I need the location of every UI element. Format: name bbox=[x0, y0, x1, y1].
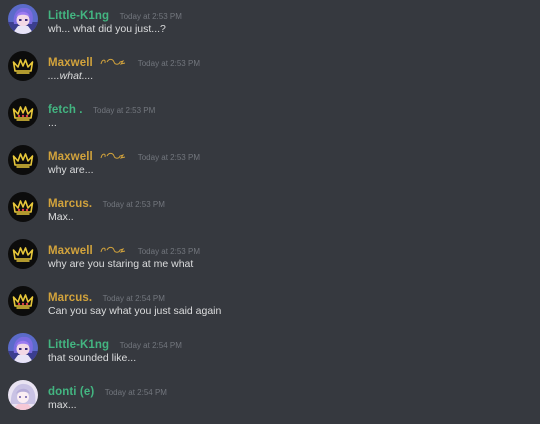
timestamp: Today at 2:53 PM bbox=[119, 12, 182, 21]
chat-message: Maxwell Today at 2:53 PM why are... bbox=[0, 145, 540, 189]
crown-avatar-icon[interactable] bbox=[8, 145, 38, 175]
chat-message-list: Little-K1ng Today at 2:53 PM wh... what … bbox=[0, 0, 540, 417]
chat-message: Marcus. Today at 2:54 PM Can you say wha… bbox=[0, 286, 540, 330]
chat-message: Marcus. Today at 2:53 PM Max.. bbox=[0, 192, 540, 236]
message-text: Max.. bbox=[48, 211, 74, 223]
scribble-decoration-icon bbox=[99, 151, 127, 161]
chat-message: Little-K1ng Today at 2:53 PM wh... what … bbox=[0, 4, 540, 48]
message-text: that sounded like... bbox=[48, 352, 137, 364]
timestamp: Today at 2:53 PM bbox=[93, 106, 156, 115]
scribble-decoration-icon bbox=[99, 245, 127, 255]
timestamp: Today at 2:53 PM bbox=[137, 59, 200, 68]
crown-avatar-icon[interactable] bbox=[8, 51, 38, 81]
message-text: Can you say what you just said again bbox=[48, 305, 222, 317]
message-text: max... bbox=[48, 399, 77, 411]
timestamp: Today at 2:54 PM bbox=[102, 294, 165, 303]
timestamp: Today at 2:54 PM bbox=[119, 341, 182, 350]
author-name[interactable]: donti (e) bbox=[48, 386, 94, 398]
timestamp: Today at 2:53 PM bbox=[137, 247, 200, 256]
chat-message: fetch . Today at 2:53 PM ... bbox=[0, 98, 540, 142]
message-text: why are you staring at me what bbox=[48, 258, 194, 270]
message-text: ....what.... bbox=[48, 70, 94, 82]
author-name[interactable]: Marcus. bbox=[48, 198, 92, 210]
author-name[interactable]: Maxwell bbox=[48, 245, 93, 257]
author-name[interactable]: fetch . bbox=[48, 104, 83, 116]
author-name[interactable]: Maxwell bbox=[48, 151, 93, 163]
scribble-decoration-icon bbox=[99, 57, 127, 67]
chat-message: donti (e) Today at 2:54 PM max... bbox=[0, 380, 540, 424]
anime-avatar-icon[interactable] bbox=[8, 4, 38, 34]
author-name[interactable]: Little-K1ng bbox=[48, 10, 109, 22]
timestamp: Today at 2:53 PM bbox=[137, 153, 200, 162]
message-text: why are... bbox=[48, 164, 94, 176]
message-text: wh... what did you just...? bbox=[48, 23, 166, 35]
pastel-avatar-icon[interactable] bbox=[8, 380, 38, 410]
crown-avatar-icon[interactable] bbox=[8, 192, 38, 222]
crown-avatar-icon[interactable] bbox=[8, 98, 38, 128]
chat-message: Maxwell Today at 2:53 PM why are you sta… bbox=[0, 239, 540, 283]
timestamp: Today at 2:53 PM bbox=[102, 200, 165, 209]
author-name[interactable]: Maxwell bbox=[48, 57, 93, 69]
author-name[interactable]: Little-K1ng bbox=[48, 339, 109, 351]
chat-message: Maxwell Today at 2:53 PM ....what.... bbox=[0, 51, 540, 95]
crown-avatar-icon[interactable] bbox=[8, 286, 38, 316]
chat-message: Little-K1ng Today at 2:54 PM that sounde… bbox=[0, 333, 540, 377]
anime-avatar-icon[interactable] bbox=[8, 333, 38, 363]
author-name[interactable]: Marcus. bbox=[48, 292, 92, 304]
crown-avatar-icon[interactable] bbox=[8, 239, 38, 269]
timestamp: Today at 2:54 PM bbox=[104, 388, 167, 397]
message-text: ... bbox=[48, 117, 57, 129]
